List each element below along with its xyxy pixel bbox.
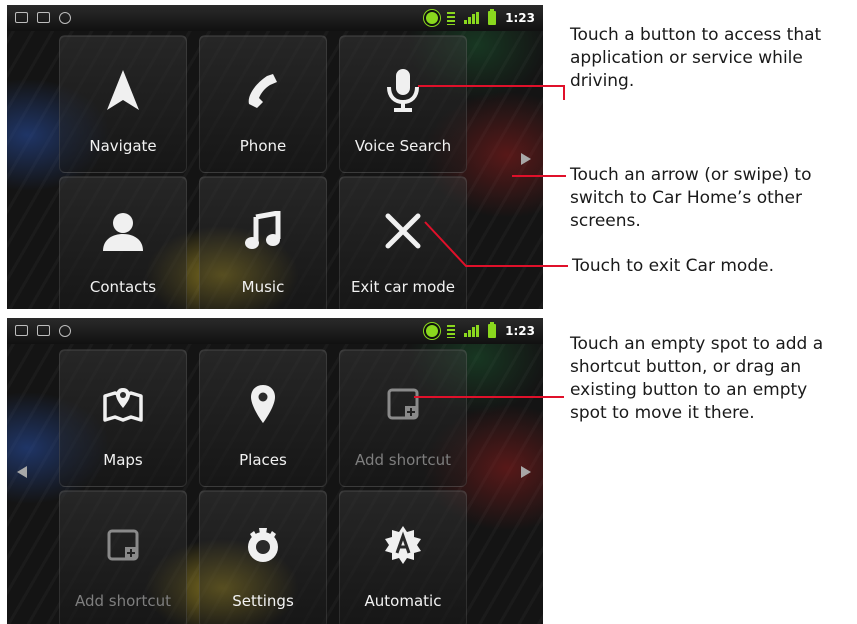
callout-exit: Touch to exit Car mode. (572, 255, 774, 278)
callout-text: application or service while (570, 48, 803, 68)
callout-arrow: Touch an arrow (or swipe) to switch to C… (570, 164, 812, 233)
callout-text: Touch an empty spot to add a (570, 334, 824, 354)
callout-text: Touch a button to access that (570, 25, 822, 45)
callout-text: shortcut button, or drag an (570, 357, 802, 377)
callout-text: spot to move it there. (570, 403, 755, 423)
callout-text: existing button to an empty (570, 380, 808, 400)
callout-text: screens. (570, 211, 641, 231)
callout-shortcut: Touch an empty spot to add a shortcut bu… (570, 333, 823, 425)
callout-buttons: Touch a button to access that applicatio… (570, 24, 821, 93)
leader-line-buttons (418, 85, 565, 100)
callout-text: switch to Car Home’s other (570, 188, 802, 208)
leader-line-exit (424, 221, 568, 267)
callout-leader-lines (414, 85, 568, 398)
callout-text: Touch to exit Car mode. (572, 256, 774, 276)
callout-text: driving. (570, 71, 635, 91)
callout-text: Touch an arrow (or swipe) to (570, 165, 812, 185)
